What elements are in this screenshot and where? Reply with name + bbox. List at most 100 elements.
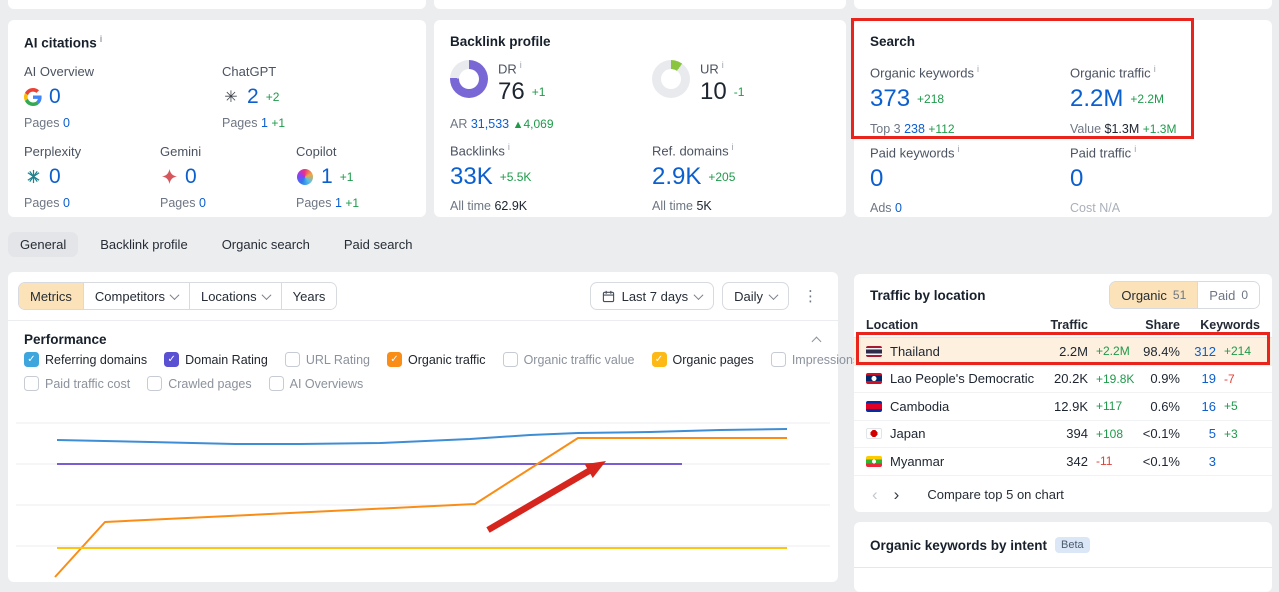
compare-top5-link[interactable]: Compare top 5 on chart [927, 487, 1064, 502]
table-row-mm[interactable]: Myanmar 342 -11 <0.1% 3 [854, 448, 1272, 476]
metric-checkbox-organic-traffic-value[interactable]: Organic traffic value [502, 352, 635, 367]
checkbox-unchecked-icon[interactable] [147, 376, 163, 391]
checkbox-checked-icon[interactable]: ✓ [386, 352, 402, 367]
organic-keywords-value[interactable]: 373 [870, 87, 910, 111]
backlinks-value[interactable]: 33K [450, 165, 493, 189]
paid-keywords-value[interactable]: 0 [870, 165, 883, 192]
stat-value[interactable]: 0 [49, 166, 61, 187]
date-range-dropdown[interactable]: Last 7 days [589, 282, 715, 310]
metrics-checkbox-row: Paid traffic cost Crawled pages AI Overvie… [24, 376, 363, 391]
tab-general[interactable]: General [8, 232, 79, 257]
granularity-dropdown[interactable]: Daily [722, 282, 789, 310]
years-button[interactable]: Years [281, 283, 337, 309]
performance-chart[interactable] [8, 392, 838, 580]
ai-citations-title: AI citations [24, 34, 102, 51]
chevron-down-icon [768, 289, 779, 300]
divider [854, 567, 1272, 568]
table-row-la[interactable]: Lao People's Democratic Reput 20.2K +19.8K… [854, 366, 1272, 393]
collapse-chevron-icon[interactable] [811, 336, 822, 347]
checkbox-checked-icon[interactable]: ✓ [24, 352, 39, 367]
checkbox-checked-icon[interactable]: ✓ [651, 352, 667, 367]
table-row-th[interactable]: Thailand 2.2M +2.2M 98.4% 312 +214 [854, 338, 1272, 366]
pages-value[interactable]: 1 [335, 196, 342, 210]
stat-value[interactable]: 0 [185, 166, 197, 187]
column-keywords[interactable]: Keywords [1180, 318, 1260, 332]
locations-button[interactable]: Locations [189, 283, 282, 309]
stat-value[interactable]: 0 [49, 86, 61, 107]
pages-value[interactable]: 0 [63, 116, 70, 130]
metric-checkbox-organic-pages[interactable]: ✓ Organic pages [651, 352, 754, 367]
metric-checkbox-url-rating[interactable]: URL Rating [284, 352, 370, 367]
pages-value[interactable]: 1 [261, 116, 268, 130]
ur-donut-chart [652, 60, 690, 98]
metrics-button[interactable]: Metrics [19, 283, 84, 309]
organic-paid-toggle: Organic 51 Paid 0 [1109, 281, 1260, 309]
pages-label: Pages [222, 116, 258, 130]
stat-label: Gemini [160, 144, 202, 159]
next-page-icon[interactable]: › [888, 484, 906, 505]
checkbox-checked-icon[interactable]: ✓ [164, 352, 180, 367]
checkbox-unchecked-icon[interactable] [284, 352, 300, 367]
jp-flag-icon [866, 428, 882, 440]
metric-checkbox-ai-overviews[interactable]: AI Overviews [268, 376, 364, 391]
tab-paid-search[interactable]: Paid search [332, 232, 425, 257]
column-location[interactable]: Location [866, 318, 1036, 332]
paid-toggle[interactable]: Paid 0 [1198, 282, 1259, 308]
paid-keywords-label: Paid keywords [870, 144, 960, 160]
keywords-value: 19 [1201, 371, 1216, 387]
pages-label: Pages [24, 196, 60, 210]
checkbox-unchecked-icon[interactable] [502, 352, 518, 367]
stat-value[interactable]: 2 [247, 86, 259, 107]
organic-traffic-delta: +2.2M [1130, 92, 1165, 107]
traffic-value: 12.9K [1054, 398, 1088, 414]
stat-label: Copilot [296, 144, 337, 159]
date-range-value: Last 7 days [621, 288, 689, 304]
tab-organic-search[interactable]: Organic search [210, 232, 322, 257]
stat-value[interactable]: 1 [321, 166, 333, 187]
backlink-profile-title: Backlink profile [450, 34, 551, 49]
keywords-by-intent-card: Organic keywords by intent Beta [854, 522, 1272, 592]
pages-value[interactable]: 0 [63, 196, 70, 210]
paid-traffic-value[interactable]: 0 [1070, 165, 1083, 192]
metric-checkbox-referring-domains[interactable]: ✓ Referring domains [24, 352, 147, 367]
ar-value[interactable]: 31,533 [471, 117, 509, 131]
top3-value[interactable]: 238 [904, 122, 925, 136]
metric-checkbox-paid-traffic-cost[interactable]: Paid traffic cost [24, 376, 130, 391]
metric-checkbox-domain-rating[interactable]: ✓ Domain Rating [164, 352, 268, 367]
organic-traffic-value[interactable]: 2.2M [1070, 87, 1123, 111]
organic-toggle[interactable]: Organic 51 [1110, 282, 1199, 308]
paid-toggle-label: Paid [1209, 287, 1236, 303]
series-organic-traffic [54, 437, 787, 578]
prev-page-icon[interactable]: ‹ [866, 484, 884, 505]
ads-value[interactable]: 0 [895, 201, 902, 215]
value-label: Value [1070, 122, 1102, 137]
pages-value[interactable]: 0 [199, 196, 206, 210]
traffic-delta: +2.2M [1096, 344, 1130, 359]
checkbox-unchecked-icon[interactable] [770, 352, 786, 367]
location-name: Thailand [890, 343, 940, 359]
more-options-kebab-icon[interactable]: ⋮ [797, 283, 824, 309]
perplexity-stat: Perplexity 0 Pages 0 [24, 144, 81, 210]
annotation-arrow-shaft [486, 465, 596, 533]
metric-checkbox-crawled-pages[interactable]: Crawled pages [147, 376, 252, 391]
table-row-kh[interactable]: Cambodia 12.9K +117 0.6% 16 +5 [854, 393, 1272, 421]
keywords-value: 3 [1208, 453, 1216, 469]
table-row-jp[interactable]: Japan 394 +108 <0.1% 5 +3 [854, 421, 1272, 448]
competitors-button[interactable]: Competitors [83, 283, 190, 309]
copilot-stat: Copilot 1 +1 Pages 1 +1 [296, 144, 359, 210]
tab-backlink-profile[interactable]: Backlink profile [88, 232, 199, 257]
metric-checkbox-organic-traffic[interactable]: ✓ Organic traffic [386, 352, 486, 367]
organic-keywords-stat: Organic keywords 373 +218 Top 3 238 +112 [870, 64, 979, 136]
location-table-header: Location Traffic Share Keywords [854, 312, 1272, 338]
organic-traffic-stat: Organic traffic 2.2M +2.2M Value $1.3M +… [1070, 64, 1176, 136]
checkbox-unchecked-icon[interactable] [268, 376, 284, 391]
share-value: <0.1% [1142, 453, 1180, 469]
metric-checkbox-label: AI Overviews [289, 376, 364, 391]
ref-domains-value[interactable]: 2.9K [652, 165, 701, 189]
column-traffic[interactable]: Traffic [1036, 318, 1088, 332]
metric-checkbox-impressions[interactable]: Impressions [770, 352, 859, 367]
column-share[interactable]: Share [1140, 318, 1180, 332]
checkbox-unchecked-icon[interactable] [24, 376, 39, 391]
ar-delta: 4,069 [523, 117, 554, 132]
organic-traffic-label: Organic traffic [1070, 64, 1176, 80]
